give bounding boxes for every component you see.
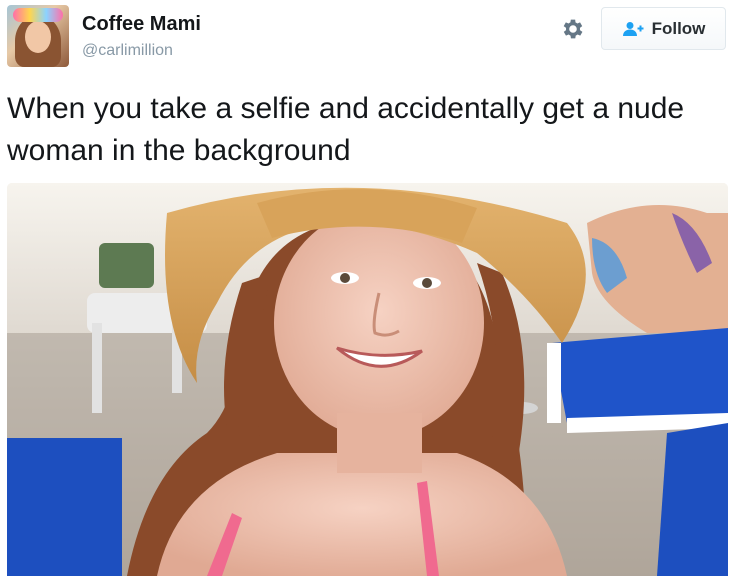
selfie-beach-photo [7,183,728,576]
follow-person-plus-icon [622,21,644,36]
follow-button[interactable]: Follow [601,7,726,50]
user-display-name[interactable]: Coffee Mami [82,13,201,36]
user-handle[interactable]: @carlimillion [82,42,173,60]
tweet-photo[interactable] [7,183,728,576]
follow-label: Follow [651,18,706,38]
avatar-face [25,21,51,53]
tweet-text: When you take a selfie and accidentally … [7,92,685,167]
tweet-header: Coffee Mami @carlimillion Follow [0,0,735,80]
gear-icon[interactable] [560,16,586,42]
avatar-flower-crown [13,8,63,22]
user-avatar[interactable] [7,5,69,67]
